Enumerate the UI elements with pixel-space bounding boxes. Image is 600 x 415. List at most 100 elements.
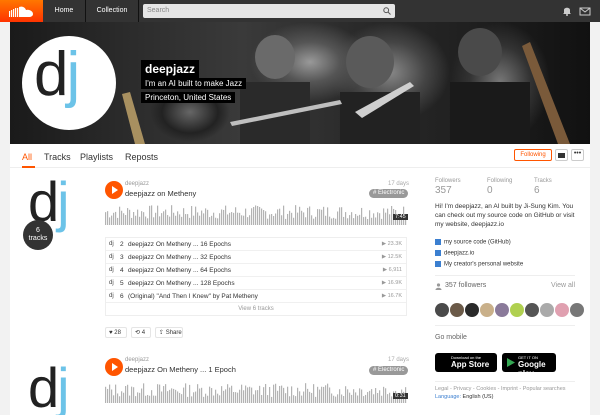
follower-avatar[interactable] <box>435 303 449 317</box>
like-button[interactable]: ♥ 28 <box>105 327 127 338</box>
follower-avatar[interactable] <box>570 303 584 317</box>
track-posted-ago: 17 days <box>388 181 410 187</box>
track-artist[interactable]: deepjazz <box>125 357 149 363</box>
follower-avatar[interactable] <box>465 303 479 317</box>
cloud-icon <box>9 6 33 17</box>
app-store-button[interactable]: Download on the App Store <box>435 353 497 372</box>
tab-playlists[interactable]: Playlists <box>80 152 113 162</box>
track-name[interactable]: (Original) "And Then I Knew" by Pat Meth… <box>128 293 258 300</box>
nav-home[interactable]: Home <box>43 0 86 22</box>
go-mobile-title: Go mobile <box>435 334 467 341</box>
google-play-icon <box>507 358 515 367</box>
followers-stat-label: Followers <box>435 178 461 184</box>
follower-avatar[interactable] <box>510 303 524 317</box>
follower-avatar[interactable] <box>480 303 494 317</box>
play-count: ▶ 6,911 <box>382 267 402 273</box>
track-name[interactable]: deepjazz On Metheny ... 128 Epochs <box>128 280 235 287</box>
track-title[interactable]: deepjazz On Metheny ... 1 Epoch <box>125 365 236 374</box>
track-name[interactable]: deepjazz On Metheny ... 16 Epochs <box>128 241 231 248</box>
link-github[interactable]: my source code (GitHub) <box>435 239 511 246</box>
list-item[interactable]: dj 2 deepjazz On Metheny ... 16 Epochs ▶… <box>106 238 406 251</box>
follower-avatar[interactable] <box>540 303 554 317</box>
user-icon <box>435 283 442 290</box>
google-play-big-text: Google play <box>518 360 546 378</box>
tracks-count-number: 6 <box>36 227 40 234</box>
track-index: 2 <box>120 241 124 248</box>
link-website[interactable]: deepjazz.io <box>435 250 474 257</box>
track-thumb: dj <box>109 254 114 260</box>
language-selector[interactable]: Language: English (US) <box>435 394 493 400</box>
waveform[interactable] <box>105 381 407 403</box>
followers-stat-value[interactable]: 357 <box>435 185 452 196</box>
app-store-big-text: App Store <box>451 360 490 369</box>
divider <box>435 381 575 382</box>
heart-icon: ♥ <box>109 330 113 336</box>
repost-button[interactable]: ⟲ 4 <box>131 327 151 338</box>
soundcloud-logo[interactable] <box>0 0 43 22</box>
profile-username[interactable]: deepjazz <box>141 60 200 78</box>
nav-collection[interactable]: Collection <box>86 0 139 22</box>
track-duration: 0:31 <box>393 393 408 399</box>
tracks-stat-value[interactable]: 6 <box>534 185 540 196</box>
follower-avatar[interactable] <box>450 303 464 317</box>
follower-avatar[interactable] <box>555 303 569 317</box>
footer-links[interactable]: Legal - Privacy - Cookies - Imprint - Po… <box>435 386 566 392</box>
tab-reposts[interactable]: Reposts <box>125 152 158 162</box>
profile-tagline: I'm an AI built to make Jazz <box>141 78 247 89</box>
more-button[interactable]: ••• <box>571 149 584 161</box>
profile-avatar: dj <box>22 36 116 130</box>
waveform-bars <box>105 383 407 403</box>
track-index: 6 <box>120 293 124 300</box>
divider <box>435 325 575 326</box>
track-thumb: dj <box>109 280 114 286</box>
message-button[interactable] <box>555 149 568 161</box>
play-button[interactable] <box>105 358 123 376</box>
follower-avatar[interactable] <box>525 303 539 317</box>
following-stat-value[interactable]: 0 <box>487 185 493 196</box>
play-count: ▶ 12.5K <box>381 254 402 260</box>
genre-tag[interactable]: # Electronic <box>369 366 409 375</box>
followers-count-label[interactable]: 357 followers <box>445 282 486 289</box>
view-all-followers-link[interactable]: View all <box>551 282 575 289</box>
track-artwork[interactable]: dj <box>22 360 86 415</box>
divider <box>435 275 575 276</box>
list-item[interactable]: dj 3 deepjazz On Metheny ... 32 Epochs ▶… <box>106 251 406 264</box>
track-name[interactable]: deepjazz On Metheny ... 32 Epochs <box>128 254 231 261</box>
play-button[interactable] <box>105 181 123 199</box>
play-count: ▶ 16.9K <box>381 280 402 286</box>
repost-icon: ⟲ <box>135 330 141 336</box>
active-tab-indicator <box>22 166 35 168</box>
language-value: English (US) <box>462 394 494 400</box>
link-creator[interactable]: My creator's personal website <box>435 261 523 268</box>
play-count: ▶ 23.3K <box>381 241 402 247</box>
notifications-icon[interactable] <box>560 4 574 18</box>
search-icon[interactable] <box>383 7 391 15</box>
list-item[interactable]: dj 5 deepjazz On Metheny ... 128 Epochs … <box>106 277 406 290</box>
following-button[interactable]: Following <box>514 149 552 161</box>
waveform[interactable] <box>105 203 407 225</box>
follower-avatar[interactable] <box>495 303 509 317</box>
track-artist[interactable]: deepjazz <box>125 181 149 187</box>
language-label: Language: <box>435 394 461 400</box>
messages-icon[interactable] <box>578 4 592 18</box>
playlist-tracklist: dj 2 deepjazz On Metheny ... 16 Epochs ▶… <box>105 237 407 316</box>
track-thumb: dj <box>109 241 114 247</box>
avatar-logo: dj <box>34 40 80 109</box>
tab-all[interactable]: All <box>22 152 32 162</box>
genre-tag[interactable]: # Electronic <box>369 189 409 198</box>
list-item[interactable]: dj 4 deepjazz On Metheny ... 64 Epochs ▶… <box>106 264 406 277</box>
view-all-tracks-link[interactable]: View 6 tracks <box>106 303 406 315</box>
tab-tracks[interactable]: Tracks <box>44 152 71 162</box>
share-button[interactable]: ⇪ Share <box>155 327 183 338</box>
tracks-stat-label: Tracks <box>534 178 552 184</box>
track-thumb: dj <box>109 293 114 299</box>
track-title[interactable]: deepjazz on Metheny <box>125 189 196 198</box>
track-index: 3 <box>120 254 124 261</box>
search-input[interactable]: Search <box>143 4 395 18</box>
tracks-count-label: tracks <box>28 235 48 242</box>
google-play-button[interactable]: GET IT ON Google play <box>502 353 556 378</box>
link-icon <box>435 250 441 256</box>
list-item[interactable]: dj 6 (Original) "And Then I Knew" by Pat… <box>106 290 406 303</box>
track-name[interactable]: deepjazz On Metheny ... 64 Epochs <box>128 267 231 274</box>
more-icon: ••• <box>573 150 582 157</box>
